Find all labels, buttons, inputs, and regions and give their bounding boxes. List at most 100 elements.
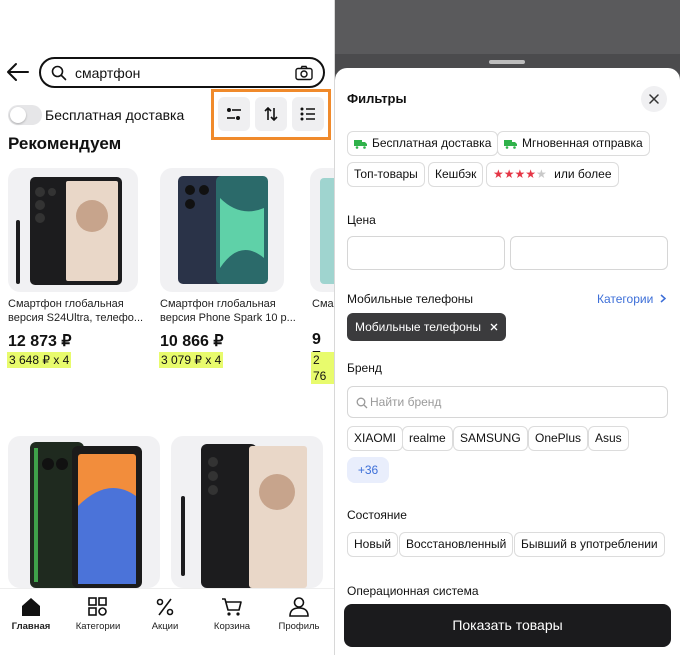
brand-label: Бренд xyxy=(347,361,382,375)
phone-image-icon xyxy=(320,178,334,284)
filters-sheet: Фильтры Бесплатная доставка Мгновенная о… xyxy=(335,60,680,655)
profile-icon xyxy=(289,597,309,617)
product-image[interactable] xyxy=(8,436,160,588)
filters-pane: Фильтры Бесплатная доставка Мгновенная о… xyxy=(335,0,680,655)
chip-label: Мгновенная отправка xyxy=(522,136,643,150)
brand-search-input[interactable] xyxy=(370,393,650,411)
product-image[interactable] xyxy=(8,168,138,292)
chip-instant-shipping[interactable]: Мгновенная отправка xyxy=(497,131,650,156)
phone-image-icon xyxy=(30,442,142,588)
product-title-line: версия Phone Spark 10 р... xyxy=(160,312,296,324)
categories-link[interactable]: Категории xyxy=(597,292,666,306)
search-input[interactable]: смартфон xyxy=(39,57,325,88)
condition-label: Состояние xyxy=(347,508,407,522)
product-price: 12 873 ₽ xyxy=(8,333,72,350)
product-title-line: Смартфон глобальная xyxy=(160,298,276,310)
product-price: 10 866 ₽ xyxy=(160,333,224,350)
product-title-line: версия S24Ultra, телефо... xyxy=(8,312,144,324)
chip-top-products[interactable]: Топ-товары xyxy=(347,162,425,187)
chip-label: Топ-товары xyxy=(354,167,418,181)
chip-cashback[interactable]: Кешбэк xyxy=(428,162,484,187)
chip-rating[interactable]: ★★★★★ или более xyxy=(486,162,619,187)
camera-icon[interactable] xyxy=(295,65,313,81)
close-button[interactable] xyxy=(641,86,667,112)
remove-icon[interactable] xyxy=(490,323,498,331)
sort-arrows-icon xyxy=(264,107,278,121)
brand-chip[interactable]: realme xyxy=(402,426,453,451)
condition-chip[interactable]: Восстановленный xyxy=(399,532,514,557)
rating-stars-icon: ★★★★★ xyxy=(493,167,547,181)
search-icon xyxy=(356,396,368,409)
phone-image-icon xyxy=(16,177,122,285)
categories-link-label: Категории xyxy=(597,292,654,306)
chip-label: или более xyxy=(554,167,612,181)
toggle-knob xyxy=(10,107,26,123)
nav-label: Корзина xyxy=(213,621,251,632)
free-delivery-toggle[interactable] xyxy=(8,105,42,125)
sheet-grabber[interactable] xyxy=(489,60,525,64)
chip-label: Asus xyxy=(595,431,622,445)
product-installment: 3 648 ₽ х 4 xyxy=(7,352,72,368)
close-icon xyxy=(649,94,659,104)
selected-category-chip[interactable]: Мобильные телефоны xyxy=(347,313,507,341)
bottom-nav: Главная Категории Акции Корзина Профиль xyxy=(0,588,334,655)
filter-button[interactable] xyxy=(218,97,250,131)
home-icon xyxy=(22,598,40,616)
price-max-input[interactable] xyxy=(510,236,668,270)
search-results-pane: смартфон Бесплатная доставка Рекомендуем xyxy=(0,0,334,655)
product-image[interactable] xyxy=(310,168,334,292)
list-view-icon xyxy=(300,107,315,121)
search-icon xyxy=(51,65,67,81)
brand-search-field[interactable] xyxy=(347,386,668,418)
brand-chip[interactable]: OnePlus xyxy=(528,426,589,451)
recommended-title: Рекомендуем xyxy=(8,134,122,153)
nav-item-promotions[interactable]: Акции xyxy=(132,597,198,632)
product-image[interactable] xyxy=(160,168,284,292)
filters-title: Фильтры xyxy=(347,91,407,106)
nav-label: Акции xyxy=(151,621,179,632)
more-brands-button[interactable]: +36 xyxy=(347,457,389,483)
nav-item-cart[interactable]: Корзина xyxy=(199,597,265,632)
condition-chip[interactable]: Новый xyxy=(347,532,399,557)
chip-label: Новый xyxy=(354,537,392,551)
free-delivery-label: Бесплатная доставка xyxy=(45,107,185,123)
phone-image-icon xyxy=(181,444,307,588)
filter-sliders-icon xyxy=(227,108,241,120)
product-title[interactable]: Сма xyxy=(312,297,334,311)
truck-icon xyxy=(504,139,517,149)
show-products-button[interactable]: Показать товары xyxy=(344,604,671,647)
nav-item-categories[interactable]: Категории xyxy=(65,597,131,632)
price-min-input[interactable] xyxy=(347,236,505,270)
product-title-line: Смартфон глобальная xyxy=(8,298,124,310)
product-installment: 2 76 xyxy=(311,352,334,384)
condition-chip[interactable]: Бывший в употреблении xyxy=(514,532,665,557)
nav-label: Главная xyxy=(11,621,51,632)
chip-label: Кешбэк xyxy=(435,167,477,181)
price-label: Цена xyxy=(347,213,376,227)
brand-chip[interactable]: SAMSUNG xyxy=(453,426,528,451)
chip-label: XIAOMI xyxy=(354,431,397,445)
os-label: Операционная система xyxy=(347,584,479,598)
mobile-phones-label: Мобильные телефоны xyxy=(347,292,474,306)
nav-item-home[interactable]: Главная xyxy=(0,597,64,632)
back-arrow-icon[interactable] xyxy=(6,62,30,82)
nav-label: Профиль xyxy=(278,621,320,632)
chip-label: realme xyxy=(409,431,446,445)
sort-button[interactable] xyxy=(255,97,287,131)
list-view-button[interactable] xyxy=(292,97,324,131)
nav-label: Категории xyxy=(75,621,121,632)
chip-label: OnePlus xyxy=(535,431,582,445)
phone-image-icon xyxy=(178,176,268,284)
product-title[interactable]: Смартфон глобальная версия Phone Spark 1… xyxy=(160,297,305,325)
chip-free-delivery[interactable]: Бесплатная доставка xyxy=(347,131,499,156)
product-title[interactable]: Смартфон глобальная версия S24Ultra, тел… xyxy=(8,297,153,325)
chip-label: Восстановленный xyxy=(406,537,507,551)
product-image[interactable] xyxy=(171,436,323,588)
nav-item-profile[interactable]: Профиль xyxy=(266,597,332,632)
chip-label: Бесплатная доставка xyxy=(372,136,492,150)
brand-chip[interactable]: Asus xyxy=(588,426,629,451)
percent-icon xyxy=(156,598,174,616)
cart-icon xyxy=(222,598,242,616)
search-query: смартфон xyxy=(75,65,141,81)
brand-chip[interactable]: XIAOMI xyxy=(347,426,404,451)
